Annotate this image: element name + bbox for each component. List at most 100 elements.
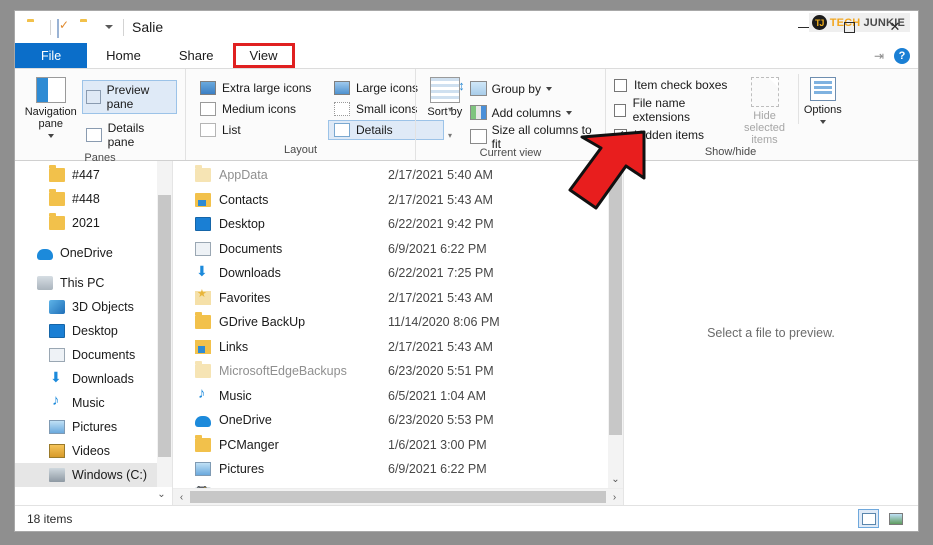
tab-file[interactable]: File (15, 43, 88, 68)
chevron-down-icon[interactable] (545, 86, 552, 91)
large-icons-view-button[interactable] (885, 509, 906, 528)
file-name-cell: Favorites (173, 287, 388, 305)
checkbox-icon[interactable] (614, 78, 627, 92)
navigation-pane-button[interactable]: Navigation pane (23, 74, 78, 138)
checkbox-icon[interactable] (614, 103, 626, 117)
chevron-down-icon[interactable] (47, 134, 54, 138)
documents-icon (49, 348, 65, 362)
navigation-tree: #447 #448 2021 OneDrive This PC 3D Objec… (15, 161, 172, 505)
sidebar-item-documents[interactable]: Documents (15, 343, 172, 367)
table-row[interactable]: Downloads 6/22/2021 7:25 PM (173, 261, 623, 286)
sidebar-item-448[interactable]: #448 (15, 187, 172, 211)
sidebar-item-3d-objects[interactable]: 3D Objects (15, 295, 172, 319)
scrollbar-thumb[interactable] (190, 491, 606, 503)
favorites-icon (195, 287, 211, 305)
maximize-button[interactable] (826, 11, 872, 43)
sidebar-item-desktop[interactable]: Desktop (15, 319, 172, 343)
navigation-pane-label: Navigation pane (24, 106, 77, 130)
music-icon (195, 385, 211, 403)
layout-medium-icons[interactable]: Medium icons (194, 99, 322, 119)
sidebar-item-447[interactable]: #447 (15, 163, 172, 187)
window-controls: ✕ (780, 11, 918, 43)
sidebar-item-windows-c[interactable]: Windows (C:) (15, 463, 172, 487)
quick-access-toolbar: Salie (15, 18, 163, 38)
add-columns-button[interactable]: Add columns (469, 102, 597, 123)
scrollbar-thumb[interactable] (609, 163, 622, 435)
preview-pane-label: Preview pane (106, 83, 150, 111)
sidebar-item-downloads[interactable]: Downloads (15, 367, 172, 391)
sort-by-icon: ↕ (429, 77, 465, 103)
scroll-right-icon[interactable]: › (606, 492, 623, 503)
details-view-button[interactable] (858, 509, 879, 528)
pin-ribbon-icon[interactable]: ⇥ (874, 49, 884, 63)
ribbon-tabs: File Home Share View ⇥ ? (15, 43, 918, 69)
chevron-down-icon[interactable] (565, 110, 572, 115)
scroll-left-icon[interactable]: ‹ (173, 492, 190, 503)
file-list-vertical-scrollbar[interactable]: ⌄ (608, 161, 623, 488)
table-row[interactable]: Desktop 6/22/2021 9:42 PM (173, 212, 623, 237)
preview-pane-button[interactable]: Preview pane (82, 80, 177, 114)
table-row[interactable]: Links 2/17/2021 5:43 AM (173, 335, 623, 360)
details-pane-button[interactable]: Details pane (82, 118, 177, 152)
item-check-boxes-option[interactable]: Item check boxes (614, 78, 731, 92)
chevron-down-icon[interactable] (819, 120, 826, 124)
folder-icon[interactable] (27, 19, 44, 36)
table-row[interactable]: OneDrive 6/23/2020 5:53 PM (173, 408, 623, 433)
window-title: Salie (123, 18, 163, 36)
options-button[interactable]: Options (797, 74, 847, 124)
sidebar-item-2021[interactable]: 2021 (15, 211, 172, 235)
checkbox-checked-icon[interactable]: ✓ (614, 128, 627, 142)
screenshot-root: Salie TJ TECH JUNKIE ✕ File Home Share V… (0, 0, 933, 545)
ribbon-group-panes: Navigation pane Preview pane Details pan… (15, 69, 185, 164)
sidebar-item-music[interactable]: Music (15, 391, 172, 415)
table-row[interactable]: Favorites 2/17/2021 5:43 AM (173, 286, 623, 311)
navigation-scroll-down-icon[interactable]: ⌄ (153, 486, 170, 503)
minimize-button[interactable] (780, 11, 826, 43)
scrollbar-thumb[interactable] (158, 195, 171, 457)
downloads-icon (195, 263, 211, 280)
sidebar-item-label: 2021 (72, 216, 100, 230)
folder-icon (49, 165, 65, 182)
layout-list[interactable]: List (194, 120, 322, 140)
sidebar-item-pictures[interactable]: Pictures (15, 415, 172, 439)
large-icons-view-icon (888, 512, 903, 525)
links-icon (195, 339, 211, 354)
file-name: GDrive BackUp (219, 315, 306, 330)
file-name-extensions-option[interactable]: File name extensions (614, 96, 731, 124)
folder-icon (195, 165, 211, 183)
sidebar-item-label: Pictures (72, 420, 118, 434)
file-name-cell: Desktop (173, 217, 388, 232)
customize-caret-icon[interactable] (105, 25, 113, 29)
tab-share[interactable]: Share (160, 43, 233, 68)
new-folder-icon[interactable] (80, 19, 97, 36)
table-row[interactable]: MicrosoftEdgeBackups 6/23/2020 5:51 PM (173, 359, 623, 384)
table-row[interactable]: Contacts 2/17/2021 5:43 AM (173, 188, 623, 213)
navigation-scrollbar[interactable] (157, 161, 172, 487)
sidebar-item-this-pc[interactable]: This PC (15, 271, 172, 295)
table-row[interactable]: Music 6/5/2021 1:04 AM (173, 384, 623, 409)
close-button[interactable]: ✕ (872, 11, 918, 43)
properties-icon[interactable] (57, 18, 74, 38)
sort-by-button[interactable]: ↕ Sort by (424, 74, 466, 118)
file-name-cell: PCManger (173, 434, 388, 452)
medium-icons-icon (200, 102, 216, 116)
file-name: Documents (219, 241, 283, 256)
table-row[interactable]: GDrive BackUp 11/14/2020 8:06 PM (173, 310, 623, 335)
sidebar-item-videos[interactable]: Videos (15, 439, 172, 463)
sidebar-item-onedrive[interactable]: OneDrive (15, 241, 172, 265)
layout-extra-large-icons[interactable]: Extra large icons (194, 78, 322, 98)
group-by-button[interactable]: Group by (469, 78, 597, 99)
tab-home[interactable]: Home (87, 43, 160, 68)
scroll-down-icon[interactable]: ⌄ (608, 471, 623, 488)
table-row[interactable]: Documents 6/9/2021 6:22 PM (173, 237, 623, 262)
file-name: Music (219, 388, 252, 403)
hidden-items-option[interactable]: ✓ Hidden items (614, 128, 731, 142)
size-all-columns-button[interactable]: Size all columns to fit (469, 123, 597, 151)
table-row[interactable]: Pictures 6/9/2021 6:22 PM (173, 457, 623, 482)
sidebar-item-label: #447 (72, 168, 100, 182)
file-list-horizontal-scrollbar[interactable]: ‹ › (173, 488, 623, 505)
help-icon[interactable]: ? (894, 48, 910, 64)
table-row[interactable]: AppData 2/17/2021 5:40 AM (173, 163, 623, 188)
table-row[interactable]: PCManger 1/6/2021 3:00 PM (173, 433, 623, 458)
tab-view[interactable]: View (232, 43, 295, 68)
